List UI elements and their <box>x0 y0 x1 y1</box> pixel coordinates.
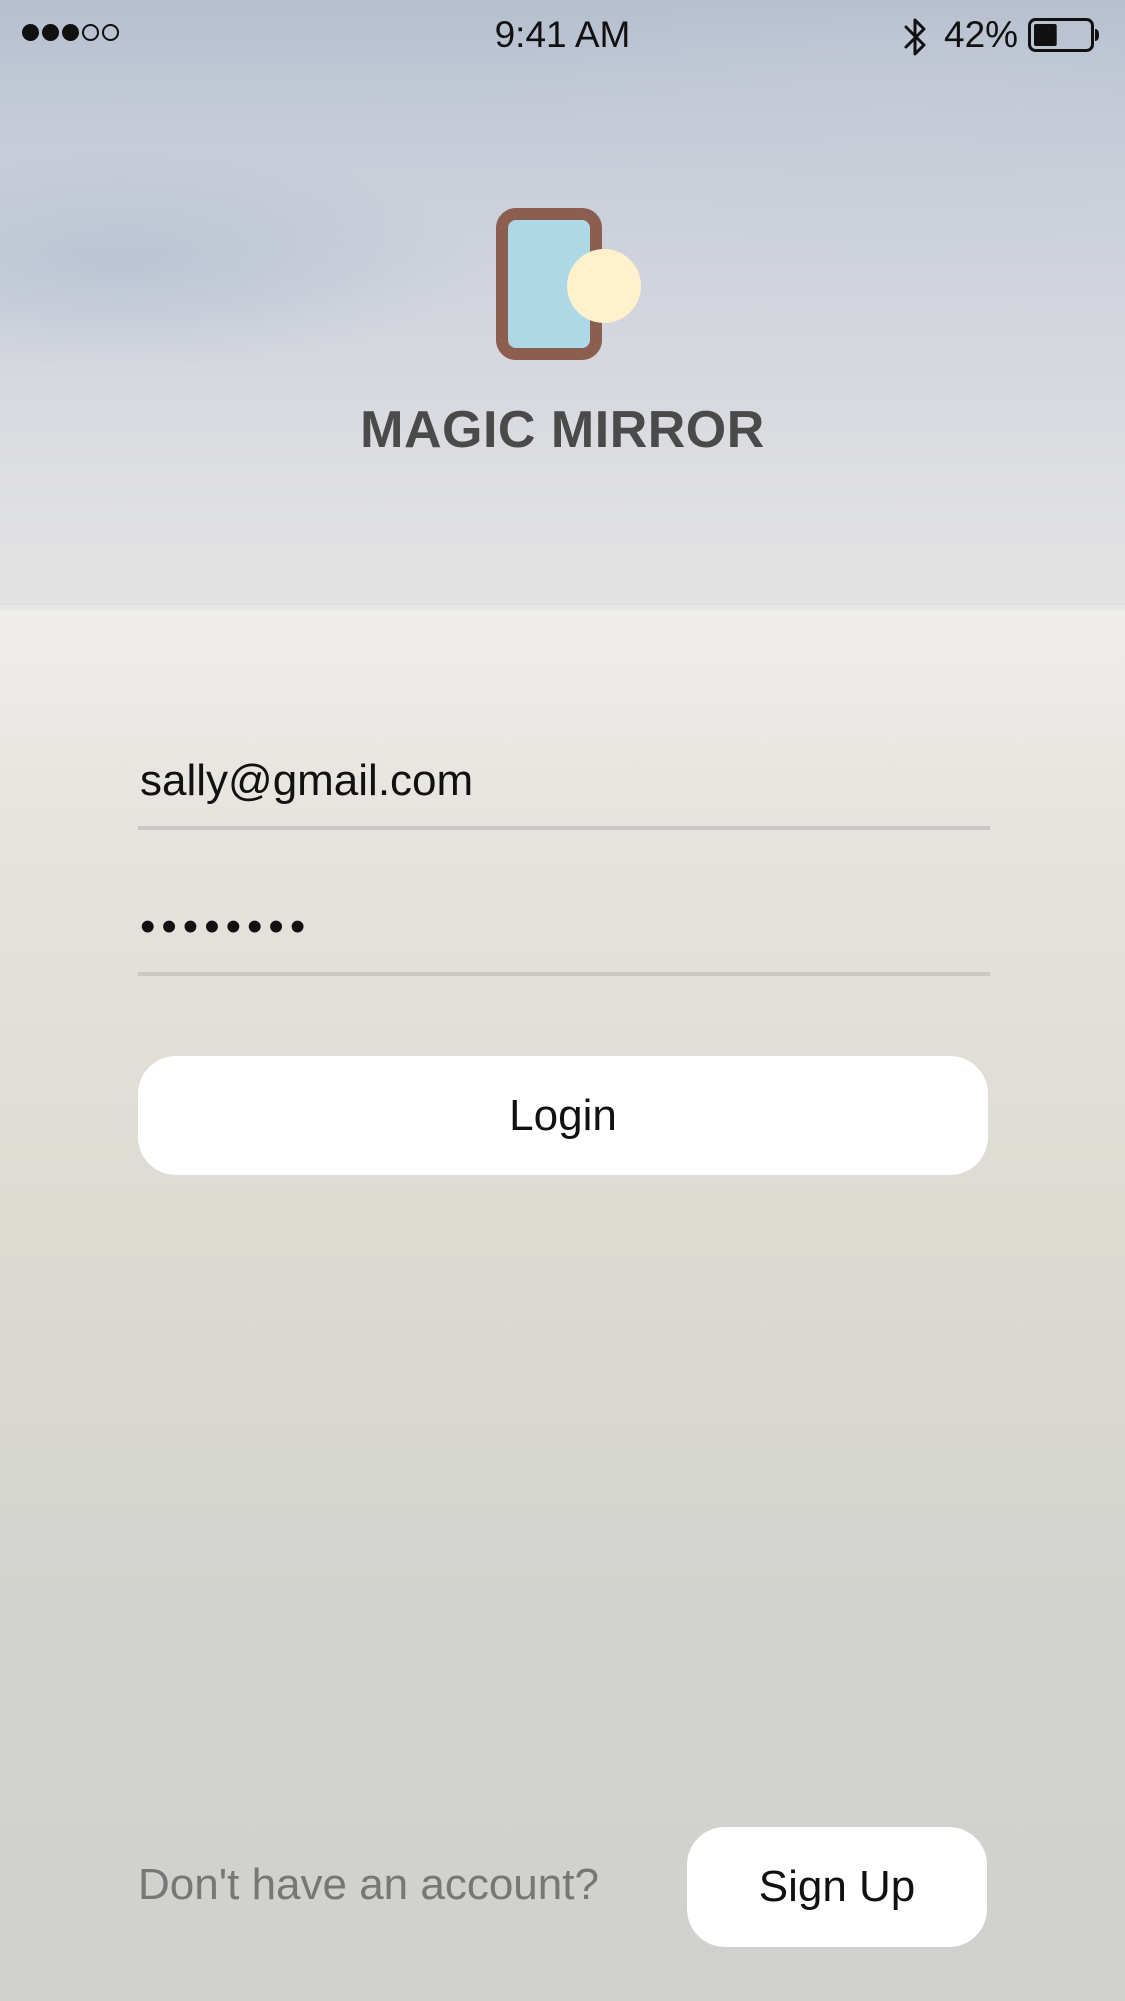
battery-percent: 42% <box>944 14 1019 55</box>
email-field[interactable] <box>138 730 990 830</box>
status-bar: 9:41 AM 42% <box>0 0 1125 72</box>
password-field[interactable] <box>138 876 990 976</box>
app-title: MAGIC MIRROR <box>360 401 765 459</box>
login-button[interactable]: Login <box>138 1056 988 1175</box>
email-input[interactable] <box>140 756 980 806</box>
login-screen: 9:41 AM 42% MAGIC MIRROR Login Don't hav… <box>0 0 1125 2001</box>
password-input[interactable] <box>140 902 980 952</box>
battery-icon <box>1028 18 1099 52</box>
mirror-logo-icon <box>496 208 641 360</box>
bluetooth-icon <box>904 18 926 56</box>
signup-prompt: Don't have an account? <box>138 1860 599 1909</box>
signup-button[interactable]: Sign Up <box>687 1827 987 1947</box>
